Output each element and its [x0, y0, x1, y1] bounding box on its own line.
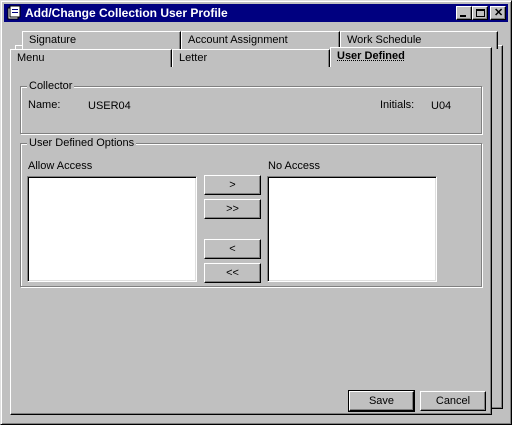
user-defined-options-legend: User Defined Options	[27, 137, 137, 149]
no-access-list[interactable]	[267, 176, 437, 282]
tab-letter[interactable]: Letter	[172, 49, 330, 67]
maximize-icon	[476, 9, 485, 17]
tab-user-defined-label: User Defined	[337, 50, 405, 62]
tab-signature-label: Signature	[29, 34, 77, 46]
move-one-left-button[interactable]: <	[204, 239, 261, 259]
tab-signature[interactable]: Signature	[22, 31, 181, 49]
move-all-right-button[interactable]: >>	[204, 199, 261, 219]
window-title: Add/Change Collection User Profile	[25, 6, 228, 20]
close-button[interactable]: ✕	[490, 6, 506, 20]
tab-user-defined[interactable]: User Defined	[330, 47, 492, 67]
name-value: USER04	[88, 100, 131, 112]
title-bar[interactable]: Add/Change Collection User Profile ✕	[4, 4, 508, 22]
tab-account-assignment[interactable]: Account Assignment	[181, 31, 340, 49]
move-all-left-button[interactable]: <<	[204, 263, 261, 283]
name-label: Name:	[28, 99, 61, 111]
tab-letter-label: Letter	[179, 52, 208, 64]
maximize-button[interactable]	[472, 6, 488, 20]
tab-menu[interactable]: Menu	[10, 49, 172, 67]
allow-access-label: Allow Access	[28, 160, 93, 172]
close-icon: ✕	[494, 7, 504, 19]
allow-access-list[interactable]	[27, 176, 197, 282]
initials-label: Initials:	[380, 99, 415, 111]
tab-work-schedule-label: Work Schedule	[347, 34, 422, 46]
tab-account-assignment-label: Account Assignment	[188, 34, 288, 46]
no-access-label: No Access	[268, 160, 320, 172]
save-button[interactable]: Save	[348, 390, 415, 412]
minimize-button[interactable]	[456, 6, 472, 20]
cancel-button[interactable]: Cancel	[420, 391, 486, 411]
tab-menu-label: Menu	[17, 52, 45, 64]
dialog-window: Add/Change Collection User Profile ✕ Sig…	[0, 0, 512, 425]
app-icon	[6, 5, 22, 21]
collector-legend: Collector	[27, 80, 75, 92]
minimize-icon	[460, 15, 466, 17]
initials-value: U04	[431, 100, 452, 112]
user-defined-panel: Collector Name: USER04 Initials: U04 Use…	[10, 66, 492, 415]
move-one-right-button[interactable]: >	[204, 175, 261, 195]
